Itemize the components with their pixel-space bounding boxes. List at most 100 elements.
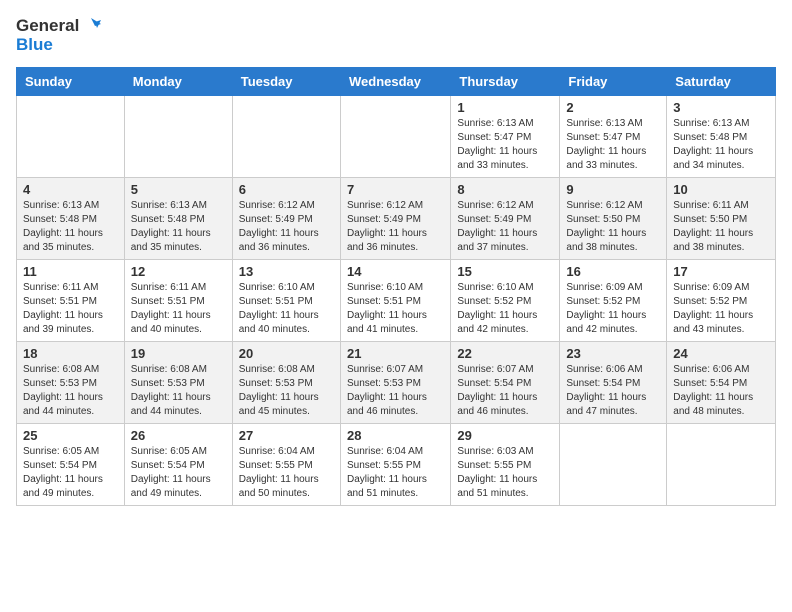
- day-number: 11: [23, 264, 118, 279]
- calendar-cell: 22 Sunrise: 6:07 AM Sunset: 5:54 PM Dayli…: [451, 341, 560, 423]
- day-info: Sunrise: 6:11 AM Sunset: 5:50 PM Dayligh…: [673, 199, 769, 255]
- logo-bird-icon: [81, 16, 101, 36]
- calendar-cell: 8 Sunrise: 6:12 AM Sunset: 5:49 PM Daylig…: [451, 177, 560, 259]
- day-number: 2: [566, 100, 660, 115]
- day-number: 5: [131, 182, 226, 197]
- calendar-cell: 13 Sunrise: 6:10 AM Sunset: 5:51 PM Dayli…: [232, 259, 340, 341]
- calendar-header-tuesday: Tuesday: [232, 67, 340, 95]
- day-number: 13: [239, 264, 334, 279]
- day-info: Sunrise: 6:08 AM Sunset: 5:53 PM Dayligh…: [131, 363, 226, 419]
- logo-text: General Blue: [16, 16, 101, 55]
- day-number: 28: [347, 428, 444, 443]
- calendar-header-thursday: Thursday: [451, 67, 560, 95]
- calendar-cell: 16 Sunrise: 6:09 AM Sunset: 5:52 PM Dayli…: [560, 259, 667, 341]
- calendar-week-row: 4 Sunrise: 6:13 AM Sunset: 5:48 PM Daylig…: [17, 177, 776, 259]
- calendar-cell: 9 Sunrise: 6:12 AM Sunset: 5:50 PM Daylig…: [560, 177, 667, 259]
- day-number: 20: [239, 346, 334, 361]
- day-info: Sunrise: 6:12 AM Sunset: 5:50 PM Dayligh…: [566, 199, 660, 255]
- day-info: Sunrise: 6:13 AM Sunset: 5:47 PM Dayligh…: [457, 117, 553, 173]
- calendar-cell: 15 Sunrise: 6:10 AM Sunset: 5:52 PM Dayli…: [451, 259, 560, 341]
- day-info: Sunrise: 6:07 AM Sunset: 5:53 PM Dayligh…: [347, 363, 444, 419]
- calendar-cell: 5 Sunrise: 6:13 AM Sunset: 5:48 PM Daylig…: [124, 177, 232, 259]
- calendar-cell: 25 Sunrise: 6:05 AM Sunset: 5:54 PM Dayli…: [17, 423, 125, 505]
- day-info: Sunrise: 6:05 AM Sunset: 5:54 PM Dayligh…: [23, 445, 118, 501]
- calendar-header-saturday: Saturday: [667, 67, 776, 95]
- calendar-cell: 29Sunrise: 6:03 AM Sunset: 5:55 PM Dayli…: [451, 423, 560, 505]
- calendar-cell: 14Sunrise: 6:10 AM Sunset: 5:51 PM Dayli…: [340, 259, 450, 341]
- calendar-cell: 20 Sunrise: 6:08 AM Sunset: 5:53 PM Dayli…: [232, 341, 340, 423]
- day-info: Sunrise: 6:07 AM Sunset: 5:54 PM Dayligh…: [457, 363, 553, 419]
- day-number: 9: [566, 182, 660, 197]
- day-number: 18: [23, 346, 118, 361]
- day-number: 17: [673, 264, 769, 279]
- calendar-cell: [17, 95, 125, 177]
- day-info: Sunrise: 6:05 AM Sunset: 5:54 PM Dayligh…: [131, 445, 226, 501]
- day-info: Sunrise: 6:06 AM Sunset: 5:54 PM Dayligh…: [673, 363, 769, 419]
- day-info: Sunrise: 6:12 AM Sunset: 5:49 PM Dayligh…: [239, 199, 334, 255]
- day-info: Sunrise: 6:12 AM Sunset: 5:49 PM Dayligh…: [347, 199, 444, 255]
- calendar-cell: 2Sunrise: 6:13 AM Sunset: 5:47 PM Daylig…: [560, 95, 667, 177]
- day-info: Sunrise: 6:09 AM Sunset: 5:52 PM Dayligh…: [566, 281, 660, 337]
- day-number: 25: [23, 428, 118, 443]
- day-info: Sunrise: 6:11 AM Sunset: 5:51 PM Dayligh…: [131, 281, 226, 337]
- day-number: 16: [566, 264, 660, 279]
- calendar-cell: 11 Sunrise: 6:11 AM Sunset: 5:51 PM Dayli…: [17, 259, 125, 341]
- calendar-cell: [340, 95, 450, 177]
- day-info: Sunrise: 6:08 AM Sunset: 5:53 PM Dayligh…: [239, 363, 334, 419]
- day-info: Sunrise: 6:13 AM Sunset: 5:48 PM Dayligh…: [673, 117, 769, 173]
- day-info: Sunrise: 6:10 AM Sunset: 5:51 PM Dayligh…: [347, 281, 444, 337]
- calendar-cell: 24Sunrise: 6:06 AM Sunset: 5:54 PM Dayli…: [667, 341, 776, 423]
- day-number: 15: [457, 264, 553, 279]
- day-number: 21: [347, 346, 444, 361]
- calendar-week-row: 1 Sunrise: 6:13 AM Sunset: 5:47 PM Daylig…: [17, 95, 776, 177]
- day-info: Sunrise: 6:09 AM Sunset: 5:52 PM Dayligh…: [673, 281, 769, 337]
- day-number: 1: [457, 100, 553, 115]
- calendar-cell: 17 Sunrise: 6:09 AM Sunset: 5:52 PM Dayli…: [667, 259, 776, 341]
- calendar-cell: 28 Sunrise: 6:04 AM Sunset: 5:55 PM Dayli…: [340, 423, 450, 505]
- day-number: 12: [131, 264, 226, 279]
- calendar-cell: 27 Sunrise: 6:04 AM Sunset: 5:55 PM Dayli…: [232, 423, 340, 505]
- day-info: Sunrise: 6:10 AM Sunset: 5:52 PM Dayligh…: [457, 281, 553, 337]
- day-number: 4: [23, 182, 118, 197]
- calendar-cell: 21 Sunrise: 6:07 AM Sunset: 5:53 PM Dayli…: [340, 341, 450, 423]
- logo: General Blue: [16, 16, 101, 55]
- logo-general: General: [16, 17, 79, 36]
- calendar-cell: [667, 423, 776, 505]
- calendar-header-monday: Monday: [124, 67, 232, 95]
- day-number: 3: [673, 100, 769, 115]
- day-number: 8: [457, 182, 553, 197]
- day-info: Sunrise: 6:04 AM Sunset: 5:55 PM Dayligh…: [347, 445, 444, 501]
- calendar-week-row: 25 Sunrise: 6:05 AM Sunset: 5:54 PM Dayli…: [17, 423, 776, 505]
- calendar-cell: 12 Sunrise: 6:11 AM Sunset: 5:51 PM Dayli…: [124, 259, 232, 341]
- day-info: Sunrise: 6:13 AM Sunset: 5:48 PM Dayligh…: [23, 199, 118, 255]
- calendar-week-row: 11 Sunrise: 6:11 AM Sunset: 5:51 PM Dayli…: [17, 259, 776, 341]
- day-info: Sunrise: 6:11 AM Sunset: 5:51 PM Dayligh…: [23, 281, 118, 337]
- calendar-table: SundayMondayTuesdayWednesdayThursdayFrid…: [16, 67, 776, 506]
- day-info: Sunrise: 6:04 AM Sunset: 5:55 PM Dayligh…: [239, 445, 334, 501]
- calendar-cell: [124, 95, 232, 177]
- day-number: 22: [457, 346, 553, 361]
- day-number: 19: [131, 346, 226, 361]
- calendar-header-friday: Friday: [560, 67, 667, 95]
- day-number: 7: [347, 182, 444, 197]
- calendar-cell: 10Sunrise: 6:11 AM Sunset: 5:50 PM Dayli…: [667, 177, 776, 259]
- page-header: General Blue: [16, 16, 776, 55]
- calendar-cell: 7 Sunrise: 6:12 AM Sunset: 5:49 PM Daylig…: [340, 177, 450, 259]
- calendar-cell: 19 Sunrise: 6:08 AM Sunset: 5:53 PM Dayli…: [124, 341, 232, 423]
- calendar-header-wednesday: Wednesday: [340, 67, 450, 95]
- day-info: Sunrise: 6:08 AM Sunset: 5:53 PM Dayligh…: [23, 363, 118, 419]
- calendar-cell: 4 Sunrise: 6:13 AM Sunset: 5:48 PM Daylig…: [17, 177, 125, 259]
- day-info: Sunrise: 6:13 AM Sunset: 5:48 PM Dayligh…: [131, 199, 226, 255]
- day-info: Sunrise: 6:06 AM Sunset: 5:54 PM Dayligh…: [566, 363, 660, 419]
- day-info: Sunrise: 6:12 AM Sunset: 5:49 PM Dayligh…: [457, 199, 553, 255]
- day-number: 23: [566, 346, 660, 361]
- calendar-cell: 1 Sunrise: 6:13 AM Sunset: 5:47 PM Daylig…: [451, 95, 560, 177]
- day-info: Sunrise: 6:10 AM Sunset: 5:51 PM Dayligh…: [239, 281, 334, 337]
- calendar-week-row: 18 Sunrise: 6:08 AM Sunset: 5:53 PM Dayli…: [17, 341, 776, 423]
- calendar-cell: 23 Sunrise: 6:06 AM Sunset: 5:54 PM Dayli…: [560, 341, 667, 423]
- day-number: 27: [239, 428, 334, 443]
- calendar-cell: [560, 423, 667, 505]
- calendar-cell: 26Sunrise: 6:05 AM Sunset: 5:54 PM Dayli…: [124, 423, 232, 505]
- logo-blue: Blue: [16, 36, 53, 55]
- day-info: Sunrise: 6:03 AM Sunset: 5:55 PM Dayligh…: [457, 445, 553, 501]
